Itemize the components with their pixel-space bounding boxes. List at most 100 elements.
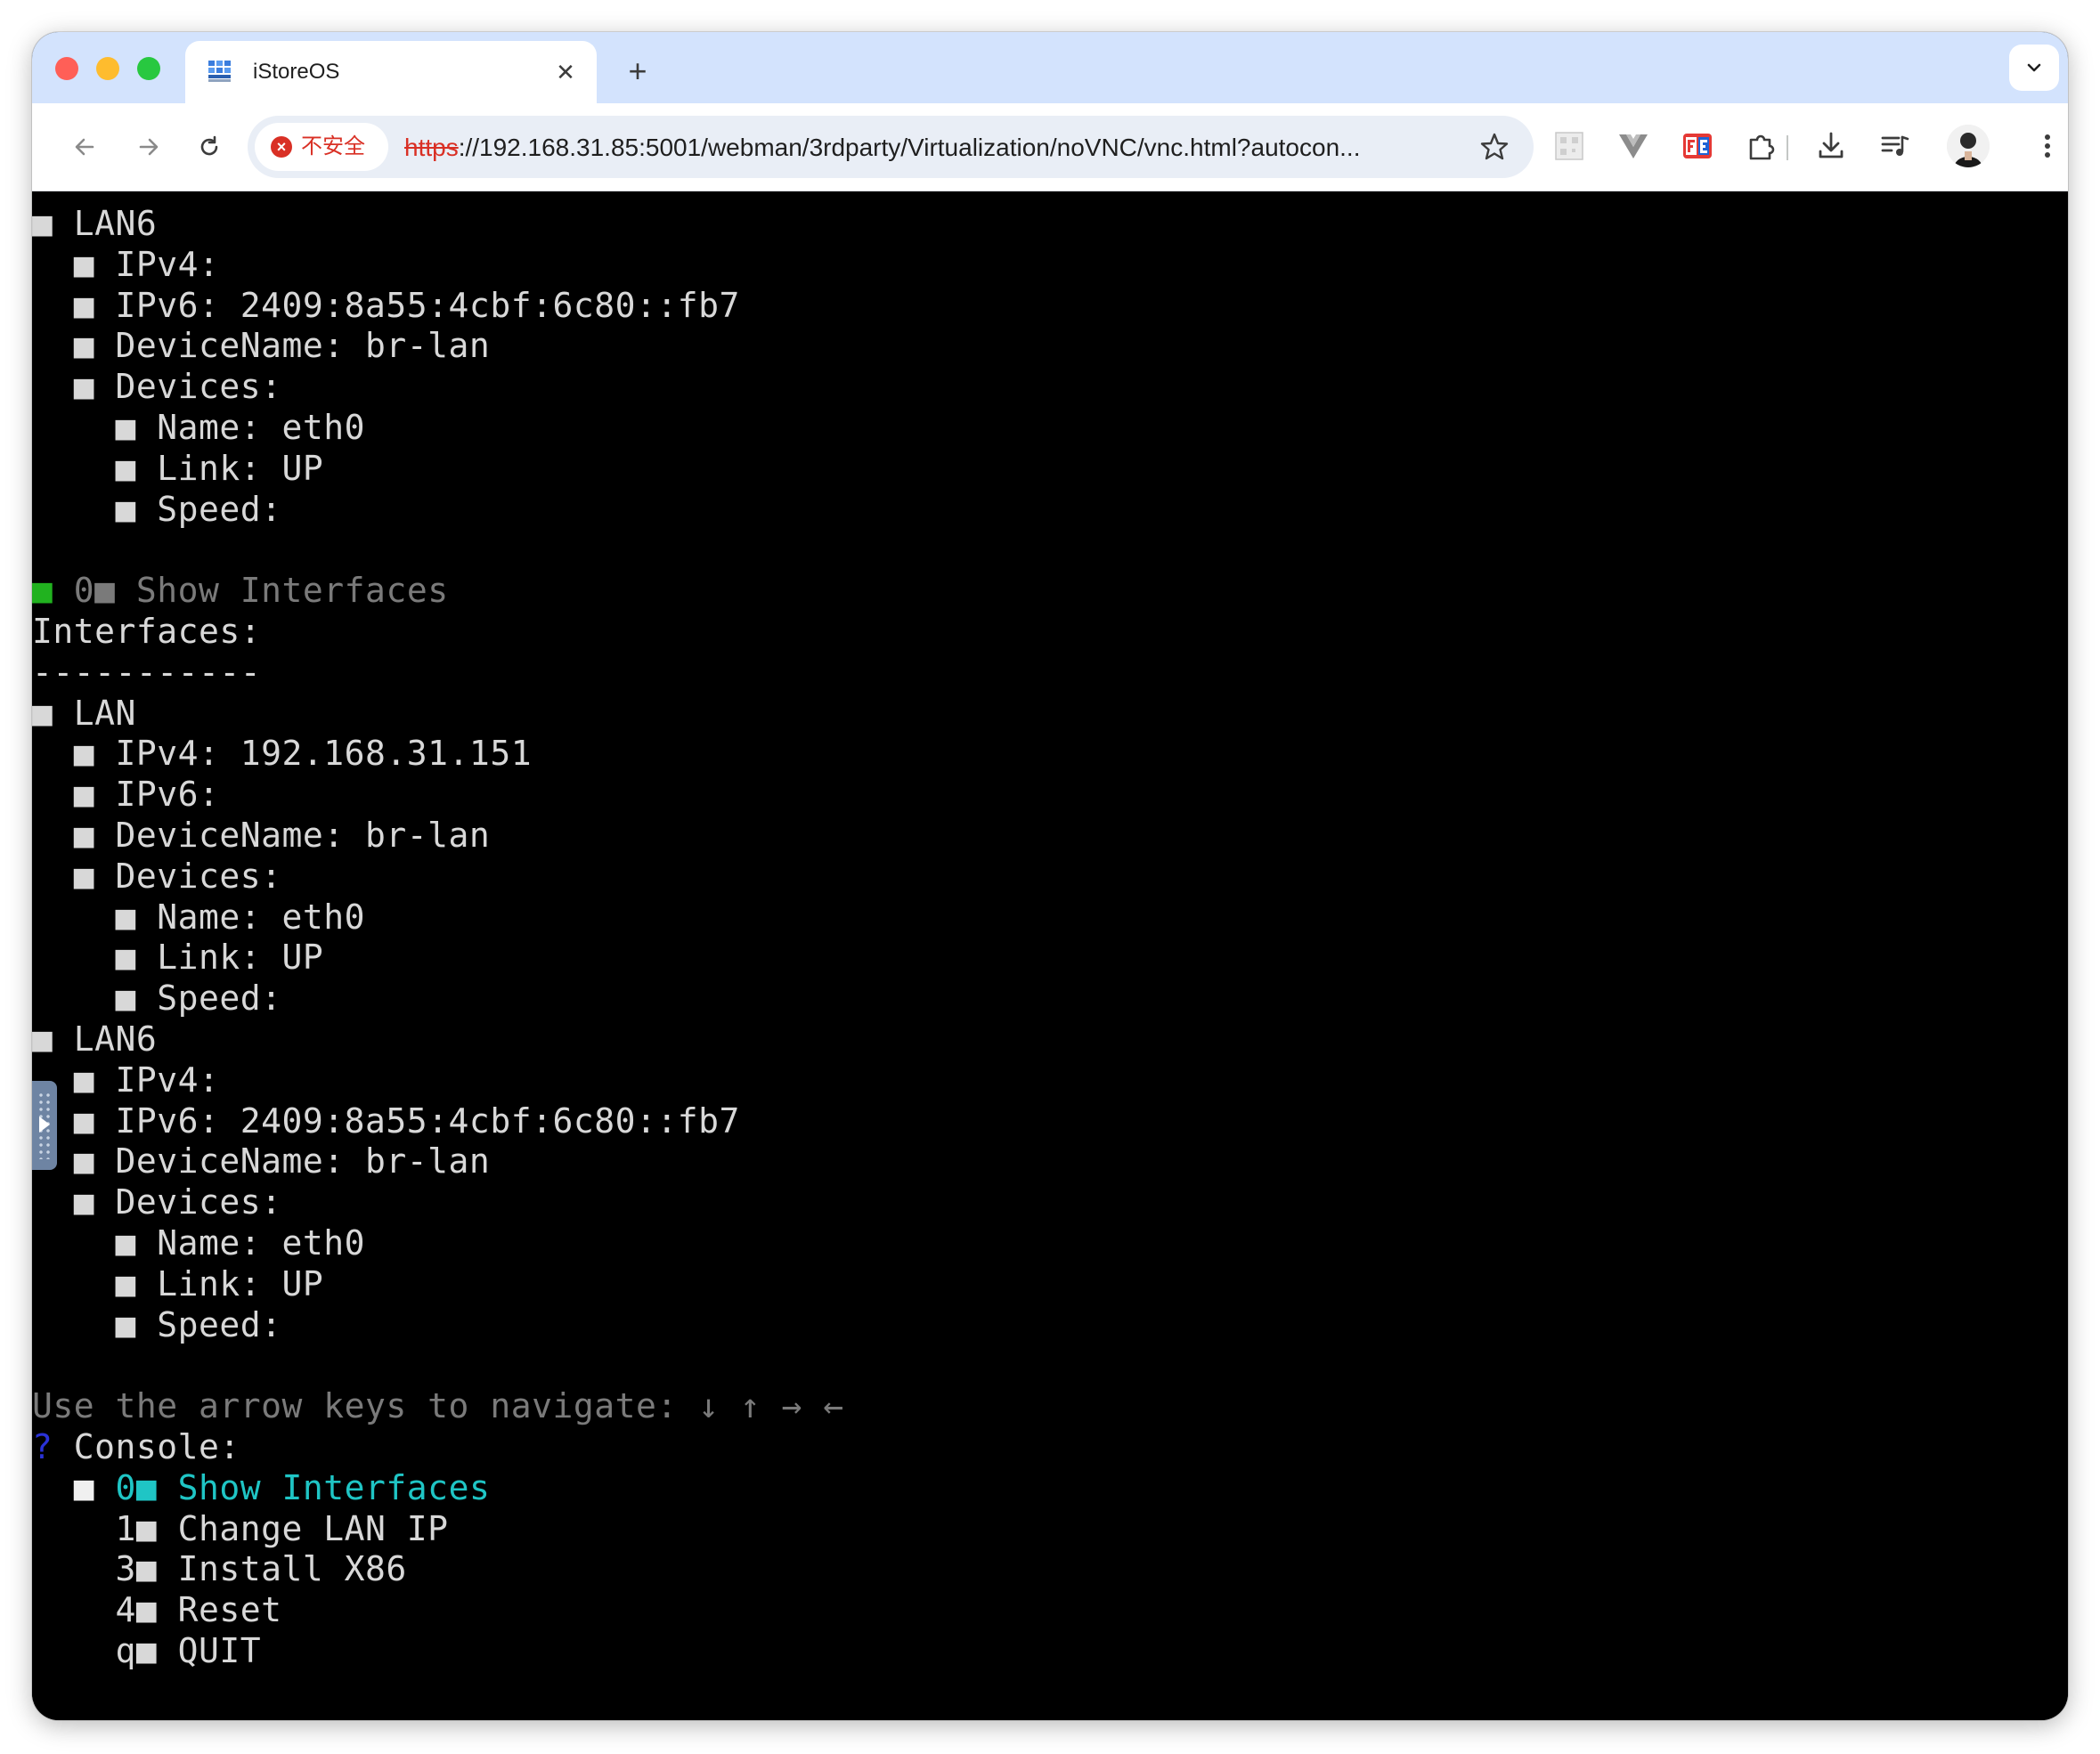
console-line: ■ 0■ Show Interfaces [32,571,844,612]
console-text: ■ Name: eth0 [32,1222,366,1263]
console-line: ■ Link: UP [32,938,844,979]
console-line: ■ Link: UP [32,449,844,490]
console-text: ■ IPv6: [32,775,220,815]
browser-window: iStoreOS ✕ + × 不安全 https://192.168.31.85… [32,32,2068,1720]
console-line: 4■ Reset [32,1590,844,1631]
console-line: ■ IPv6: 2409:8a55:4cbf:6c80::fb7 [32,286,844,327]
console-line: ■ IPv4: [32,1060,844,1101]
console-line: ■ IPv4: [32,245,844,286]
console-line: ■ Devices: [32,367,844,408]
tab-strip: iStoreOS ✕ + [32,32,2068,103]
tab-search-button[interactable] [2009,45,2059,91]
console-text: ■ IPv4: [32,1060,220,1100]
console-line: 3■ Install X86 [32,1549,844,1590]
reload-button[interactable] [187,125,232,169]
console-text: q■ QUIT [32,1630,262,1670]
kebab-menu-icon[interactable] [2038,123,2068,169]
vnc-console[interactable]: ■ LAN6 ■ IPv4: ■ IPv6: 2409:8a55:4cbf:6c… [32,191,2068,1720]
console-text: ■ LAN6 [32,1019,158,1059]
puzzle-extensions-icon[interactable] [1738,123,1785,169]
forward-button[interactable] [126,125,171,169]
console-text: 3■ Install X86 [32,1549,407,1589]
console-line: ■ LAN6 [32,1019,844,1060]
url-text[interactable]: https://192.168.31.85:5001/webman/3rdpar… [404,133,1428,163]
console-line: ■ LAN [32,694,844,735]
console-line: ■ 0■ Show Interfaces [32,1468,844,1509]
url-rest: ://192.168.31.85:5001/webman/3rdparty/Vi… [458,134,1361,161]
console-text: ■ Name: eth0 [32,407,366,447]
console-output: ■ LAN6 ■ IPv4: ■ IPv6: 2409:8a55:4cbf:6c… [32,204,844,1672]
console-line: ■ IPv4: 192.168.31.151 [32,734,844,775]
console-text: ■ Speed: [32,979,282,1019]
back-button[interactable] [62,125,107,169]
console-text: ■ Devices: [32,856,282,896]
console-line: ■ Name: eth0 [32,408,844,449]
tab-title: iStoreOS [253,60,340,84]
chevron-down-icon [2027,63,2041,72]
console-line: ■ IPv6: 2409:8a55:4cbf:6c80::fb7 [32,1101,844,1142]
console-text: Console: [53,1426,240,1466]
profile-avatar[interactable] [1947,125,1990,167]
console-line: ■ Devices: [32,1182,844,1223]
arrow-right-icon [139,138,159,156]
console-line: ■ Speed: [32,979,844,1019]
console-text: ■ LAN [32,693,136,733]
minimize-window-button[interactable] [96,57,119,80]
console-line: Use the arrow keys to navigate: ↓ ↑ → ← [32,1386,844,1427]
novnc-control-bar-handle[interactable] [32,1081,57,1170]
istoreos-favicon-icon [207,59,233,84]
console-text: ■ Speed: [32,489,282,529]
console-line: ■ DeviceName: br-lan [32,1141,844,1182]
console-text: ■ LAN6 [32,204,158,243]
console-line: ■ Devices: [32,857,844,897]
toolbar-separator [1787,135,1788,160]
console-text: 0■ Show Interfaces [115,1467,491,1507]
console-line: ■ Name: eth0 [32,1223,844,1264]
console-line: ■ Speed: [32,1305,844,1346]
console-line: ? Console: [32,1427,844,1468]
arrow-left-icon [75,138,94,156]
vue-extension-icon[interactable] [1610,123,1656,169]
console-line: ■ LAN6 [32,204,844,245]
console-text: 0■ Show Interfaces [53,571,449,611]
console-line: q■ QUIT [32,1631,844,1672]
close-window-button[interactable] [55,57,78,80]
console-text: ■ IPv6: 2409:8a55:4cbf:6c80::fb7 [32,1100,740,1141]
console-text: ■ IPv4: 192.168.31.151 [32,734,533,774]
console-text: ■ [32,571,53,611]
console-line: ■ Name: eth0 [32,897,844,938]
console-text: Use the arrow keys to navigate: ↓ ↑ → ← [32,1386,844,1426]
console-text: ----------- [32,652,262,692]
tab-istoreos[interactable]: iStoreOS ✕ [185,41,597,103]
console-text: ■ Link: UP [32,938,324,978]
security-label: 不安全 [301,134,365,158]
console-line: ■ DeviceName: br-lan [32,326,844,367]
new-tab-button[interactable]: + [620,53,655,89]
address-bar[interactable]: × 不安全 https://192.168.31.85:5001/webman/… [248,116,1534,178]
media-controls-icon[interactable] [1872,123,1918,169]
console-text: ■ Link: UP [32,1263,324,1303]
bookmark-star-icon[interactable] [1478,131,1510,163]
console-text: ■ [32,1467,116,1507]
maximize-window-button[interactable] [137,57,160,80]
console-text: ? [32,1426,53,1466]
security-chip[interactable]: × 不安全 [255,123,388,171]
error-icon: × [271,136,292,158]
downloads-icon[interactable] [1808,123,1854,169]
console-line: ■ IPv6: [32,775,844,816]
console-text: Interfaces: [32,611,262,651]
console-line: ■ DeviceName: br-lan [32,816,844,857]
fe-extension-icon[interactable] [1674,123,1721,169]
tab-close-icon[interactable]: ✕ [550,57,581,87]
console-text: ■ IPv6: 2409:8a55:4cbf:6c80::fb7 [32,285,740,325]
console-text: ■ IPv4: [32,244,220,284]
console-text: ■ Devices: [32,1182,282,1222]
console-text: ■ Devices: [32,367,282,407]
console-line: 1■ Change LAN IP [32,1509,844,1550]
console-line: Interfaces: [32,612,844,653]
qr-extension-icon[interactable] [1546,123,1592,169]
browser-toolbar: × 不安全 https://192.168.31.85:5001/webman/… [32,103,2068,191]
reload-icon [200,135,218,156]
